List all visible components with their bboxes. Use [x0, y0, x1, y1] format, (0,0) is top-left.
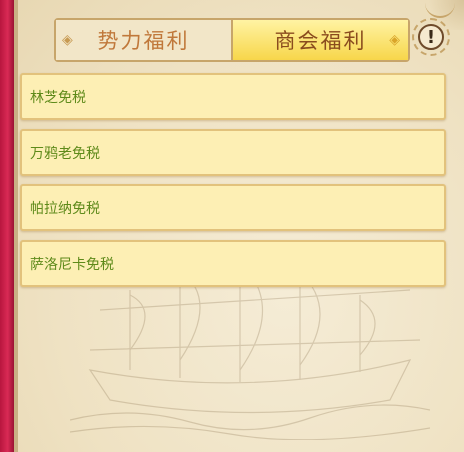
diamond-ornament-icon: ◈: [389, 32, 402, 48]
benefit-label: 林芝免税: [30, 89, 86, 106]
benefits-panel: ◈ 势力福利 商会福利 ◈ ! 林芝免税 万鸦老免税 帕拉纳免税 萨洛尼卡免税: [0, 0, 464, 452]
diamond-ornament-icon: ◈: [62, 32, 75, 48]
list-item[interactable]: 萨洛尼卡免税: [20, 240, 446, 287]
tab-label: 势力福利: [97, 29, 190, 53]
tab-faction-benefits[interactable]: ◈ 势力福利: [56, 20, 231, 60]
info-symbol: !: [426, 26, 436, 48]
tab-bar: ◈ 势力福利 商会福利 ◈: [54, 18, 410, 62]
benefit-label: 帕拉纳免税: [30, 200, 100, 217]
tab-label: 商会福利: [274, 29, 367, 53]
list-item[interactable]: 帕拉纳免税: [20, 184, 446, 231]
info-icon[interactable]: !: [418, 24, 444, 50]
list-item[interactable]: 林芝免税: [20, 73, 446, 120]
list-item[interactable]: 万鸦老免税: [20, 129, 446, 176]
tab-guild-benefits[interactable]: 商会福利 ◈: [231, 20, 408, 60]
benefit-label: 万鸦老免税: [30, 145, 100, 162]
benefit-label: 萨洛尼卡免税: [30, 256, 114, 273]
side-strip: [0, 0, 18, 452]
